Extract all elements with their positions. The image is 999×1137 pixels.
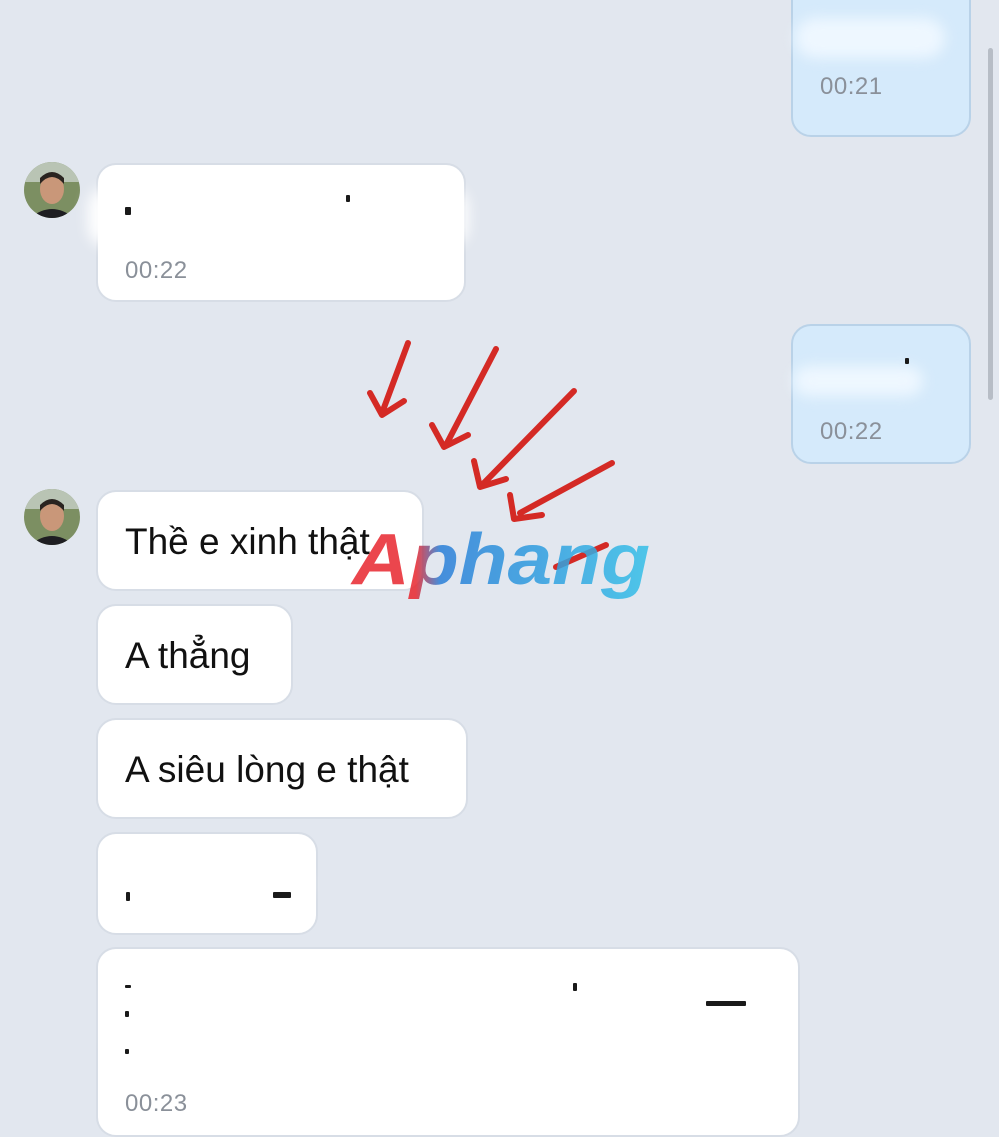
message-timestamp: 00:21 bbox=[820, 73, 883, 100]
incoming-message-bubble[interactable]: A thẳng bbox=[96, 604, 293, 705]
outgoing-message-bubble[interactable]: 00:21 bbox=[791, 0, 971, 137]
message-text: A thẳng bbox=[125, 635, 251, 676]
incoming-message-bubble[interactable]: 00:23 bbox=[96, 947, 800, 1137]
incoming-message-bubble[interactable]: A siêu lòng e thật bbox=[96, 718, 468, 819]
watermark-text: Aphang bbox=[350, 520, 650, 600]
arrow-icon bbox=[471, 388, 577, 490]
aphang-watermark-logo: Aphang bbox=[350, 520, 650, 600]
message-timestamp: 00:22 bbox=[820, 418, 883, 445]
sender-avatar[interactable] bbox=[24, 162, 80, 218]
arrow-icon bbox=[367, 340, 411, 418]
arrow-icon bbox=[429, 346, 499, 450]
redacted-text bbox=[108, 862, 308, 906]
message-timestamp: 00:22 bbox=[125, 257, 188, 284]
incoming-message-bubble[interactable]: 00:22 bbox=[88, 163, 468, 302]
incoming-message-bubble[interactable] bbox=[96, 832, 318, 935]
arrow-icon bbox=[507, 460, 615, 522]
scrollbar[interactable] bbox=[988, 48, 993, 400]
redacted-text bbox=[108, 969, 778, 1059]
redacted-text bbox=[88, 187, 468, 247]
message-timestamp: 00:23 bbox=[125, 1090, 188, 1117]
message-text: Thề e xinh thật bbox=[125, 521, 370, 562]
redacted-text bbox=[795, 18, 945, 58]
sender-avatar[interactable] bbox=[24, 489, 80, 545]
message-text: A siêu lòng e thật bbox=[125, 749, 409, 790]
outgoing-message-bubble[interactable]: 00:22 bbox=[791, 324, 971, 464]
redacted-text bbox=[793, 366, 923, 396]
